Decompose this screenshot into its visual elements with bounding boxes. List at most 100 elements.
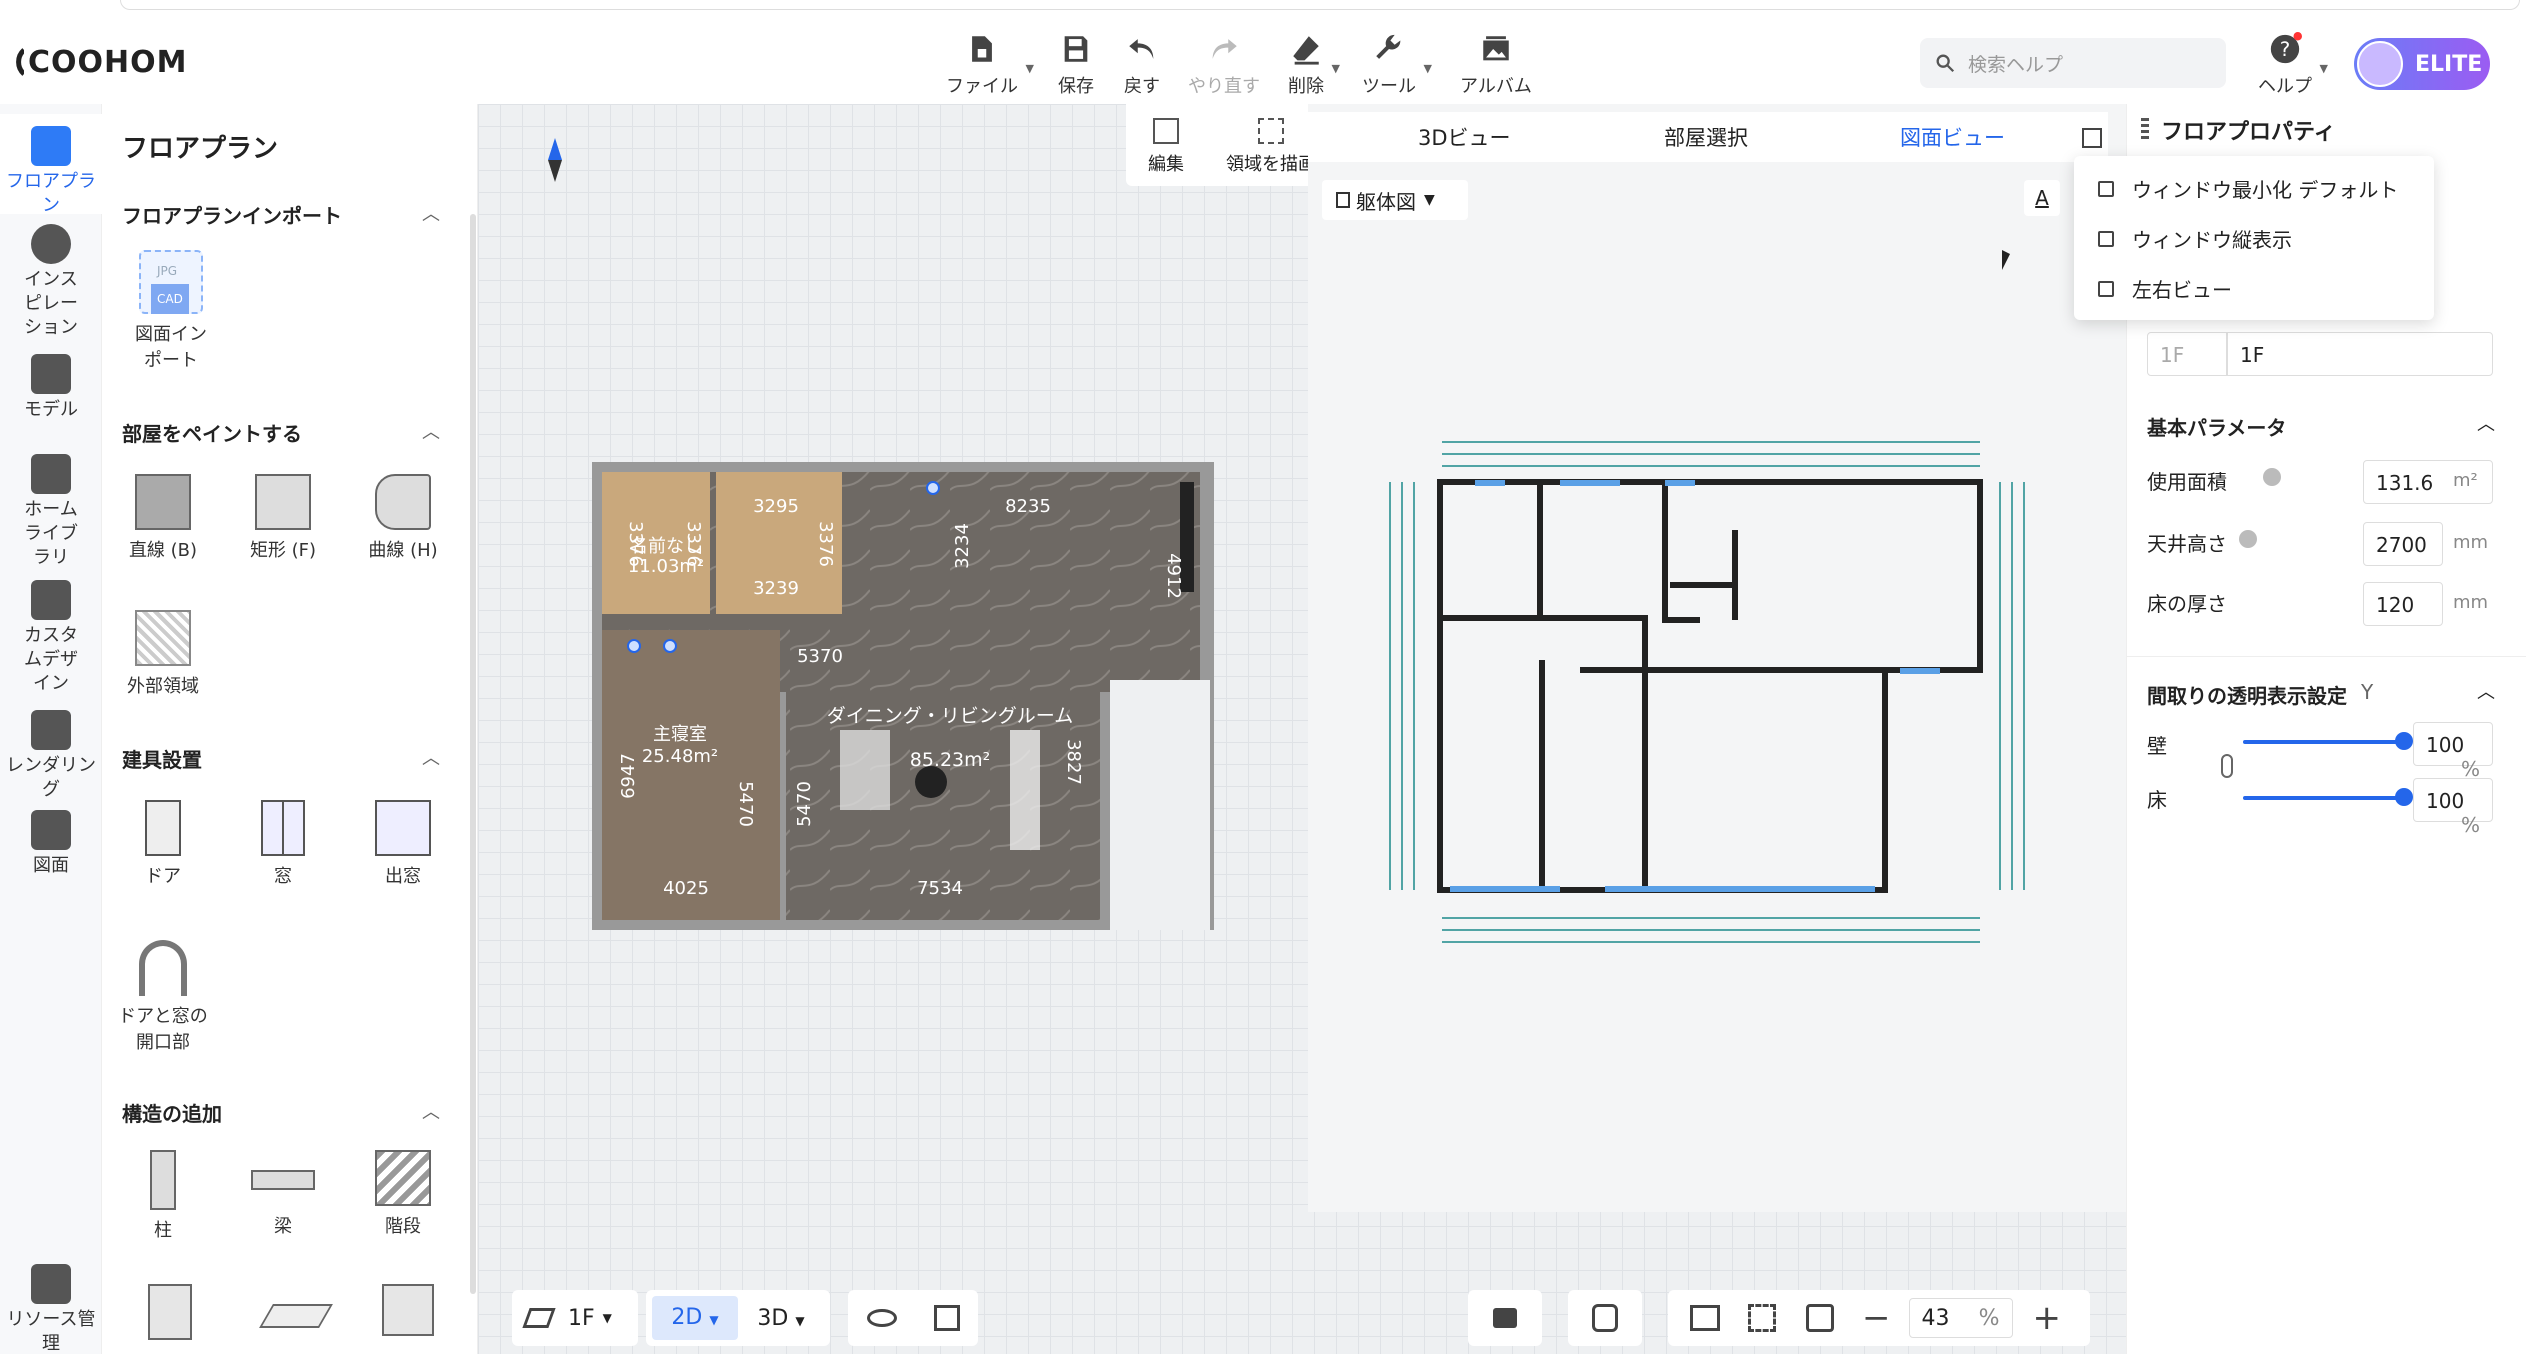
floor-thickness-input[interactable]: 120 (2363, 582, 2443, 626)
area-unit: m² (2453, 470, 2478, 491)
dim-label: 3295 (753, 496, 799, 517)
straight-line-button[interactable]: 直線 (B) (108, 474, 218, 564)
ceiling-height-input[interactable]: 2700 (2363, 522, 2443, 566)
floorplan-icon (31, 126, 71, 166)
rail-item-floorplan[interactable]: フロアプラン (0, 114, 102, 216)
floor-slider-handle[interactable] (2395, 788, 2413, 806)
curve-button[interactable]: 曲線 (H) (348, 474, 458, 564)
slab-icon[interactable] (259, 1304, 333, 1328)
rail-item-model[interactable]: モデル (0, 354, 102, 422)
zoom-in-button[interactable]: + (2033, 1298, 2062, 1338)
menu-item-split[interactable]: 左右ビュー (2098, 274, 2232, 303)
wall-slider[interactable] (2243, 740, 2403, 744)
user-badge[interactable]: ELITE (2354, 38, 2490, 90)
window-button[interactable]: 窓 (228, 800, 338, 890)
rail-item-rendering[interactable]: レンダリング (0, 710, 102, 802)
door-button[interactable]: ドア (108, 800, 218, 890)
section-paint[interactable]: 部屋をペイントする (122, 418, 302, 447)
left-rail: フロアプラン インスピレーション モデル ホームライブラリ カスタムデザイン レ… (0, 104, 102, 1354)
rail-item-inspiration[interactable]: インスピレーション (0, 224, 102, 340)
scrollbar[interactable] (470, 214, 476, 1294)
beam-button[interactable]: 梁 (228, 1150, 338, 1240)
room-label-master: 主寝室 (653, 724, 707, 745)
chevron-up-icon[interactable]: ︿ (2477, 678, 2495, 704)
wall-handle[interactable] (627, 639, 641, 653)
section-structure[interactable]: 構造の追加 (122, 1098, 222, 1127)
section-fixtures[interactable]: 建具設置 (122, 744, 202, 773)
edit-button[interactable]: 編集 (1148, 118, 1184, 176)
niche-icon[interactable] (382, 1284, 434, 1336)
chevron-up-icon[interactable]: ︿ (422, 1098, 440, 1124)
redo-button[interactable]: やり直す (1188, 32, 1260, 98)
rectangle-button[interactable]: 矩形 (F) (228, 474, 338, 564)
help-search-input[interactable]: 検索ヘルプ (1920, 38, 2226, 88)
menu-item-minimize[interactable]: ウィンドウ最小化 デフォルト (2098, 174, 2398, 203)
text-tool-button[interactable]: A (2024, 180, 2060, 216)
info-icon[interactable] (2239, 530, 2257, 548)
floor-slider[interactable] (2243, 796, 2403, 800)
box-structure-icon[interactable] (148, 1284, 192, 1340)
logo[interactable]: COOHOM (0, 44, 188, 80)
view-settings-icon[interactable] (1690, 1305, 1720, 1331)
zoom-input[interactable]: 43 % (1908, 1298, 2013, 1338)
floor-select[interactable]: 1F (2147, 332, 2227, 376)
mode-2d-button[interactable]: 2D ▼ (652, 1296, 738, 1340)
column-button[interactable]: 柱 (108, 1150, 218, 1244)
wall-handle[interactable] (663, 639, 677, 653)
transparency-title[interactable]: 間取りの透明表示設定 (2147, 680, 2347, 709)
floor-switcher[interactable]: 1F ▼ (512, 1290, 638, 1346)
draw-area-button[interactable]: 領域を描画 (1226, 118, 1316, 176)
lock-button[interactable] (1468, 1290, 1542, 1346)
tab-plan-view[interactable]: 図面ビュー (1900, 122, 2005, 152)
zoom-area-icon[interactable] (1806, 1304, 1834, 1332)
undo-button[interactable]: 戻す (1124, 32, 1160, 98)
rail-item-custom-design[interactable]: カスタムデザイン (0, 580, 102, 696)
browser-edge (120, 0, 2520, 10)
drag-handle-icon[interactable] (2141, 118, 2149, 140)
save-button[interactable]: 保存 (1058, 32, 1094, 98)
chevron-up-icon[interactable]: ︿ (422, 418, 440, 444)
eye-icon[interactable] (866, 1309, 897, 1327)
chevron-down-icon: ▼ (2319, 62, 2328, 75)
rail-item-home-library[interactable]: ホームライブラリ (0, 454, 102, 570)
structure-view-select[interactable]: 躯体図 ▼ (1322, 180, 1468, 220)
stairs-button[interactable]: 階段 (348, 1150, 458, 1240)
floor-opacity-input[interactable]: 100 % (2413, 778, 2493, 837)
toggle-button[interactable] (1568, 1290, 1642, 1346)
ceiling-value: 2700 (2376, 533, 2427, 557)
mode-3d-button[interactable]: 3D ▼ (738, 1306, 824, 1331)
exterior-area-button[interactable]: 外部領域 (108, 610, 218, 700)
import-drawing-button[interactable]: JPG CAD 図面インポート (116, 250, 226, 374)
chevron-up-icon[interactable]: ︿ (422, 200, 440, 226)
edit-label: 編集 (1148, 154, 1184, 175)
wall-opacity-input[interactable]: 100 % (2413, 722, 2493, 781)
section-import[interactable]: フロアプランインポート (122, 200, 342, 229)
menu-item-vertical[interactable]: ウィンドウ縦表示 (2098, 224, 2292, 253)
floor-name-input[interactable]: 1F (2227, 332, 2493, 376)
link-icon[interactable] (2221, 754, 2233, 778)
bay-window-button[interactable]: 出窓 (348, 800, 458, 890)
tab-room-select[interactable]: 部屋選択 (1664, 122, 1748, 152)
rail-item-drawing[interactable]: 図面 (0, 810, 102, 878)
help-button[interactable]: ? ヘルプ ▼ (2258, 32, 2328, 98)
wall-handle[interactable] (926, 481, 940, 495)
opening-button[interactable]: ドアと窓の開口部 (108, 940, 218, 1056)
chevron-up-icon[interactable]: ︿ (2477, 410, 2495, 436)
basic-params-title[interactable]: 基本パラメータ (2147, 412, 2286, 441)
cube-icon[interactable] (933, 1305, 960, 1331)
rail-item-resource[interactable]: リソース管理 (0, 1264, 102, 1354)
tools-button[interactable]: ツール ▼ (1362, 32, 1432, 98)
edit-icon (1153, 118, 1179, 144)
window-layout-icon[interactable] (2082, 128, 2102, 148)
zoom-out-button[interactable]: − (1862, 1298, 1891, 1338)
wall-slider-handle[interactable] (2395, 732, 2413, 750)
file-button[interactable]: ファイル ▼ (946, 32, 1034, 98)
top-bar: COOHOM ファイル ▼ 保存 戻す やり直す 削除 ▼ ツール ▼ アルバム… (0, 0, 2526, 120)
info-icon[interactable] (2263, 468, 2281, 486)
delete-button[interactable]: 削除 ▼ (1288, 32, 1340, 98)
floorplan-2d[interactable]: 名前なし 11.03m² 主寝室 25.48m² ダイニング・リビングルーム 8… (590, 460, 1220, 940)
album-button[interactable]: アルバム (1460, 32, 1532, 98)
tab-3d[interactable]: 3Dビュー (1418, 122, 1511, 152)
chevron-up-icon[interactable]: ︿ (422, 744, 440, 770)
fit-screen-icon[interactable] (1748, 1304, 1776, 1332)
